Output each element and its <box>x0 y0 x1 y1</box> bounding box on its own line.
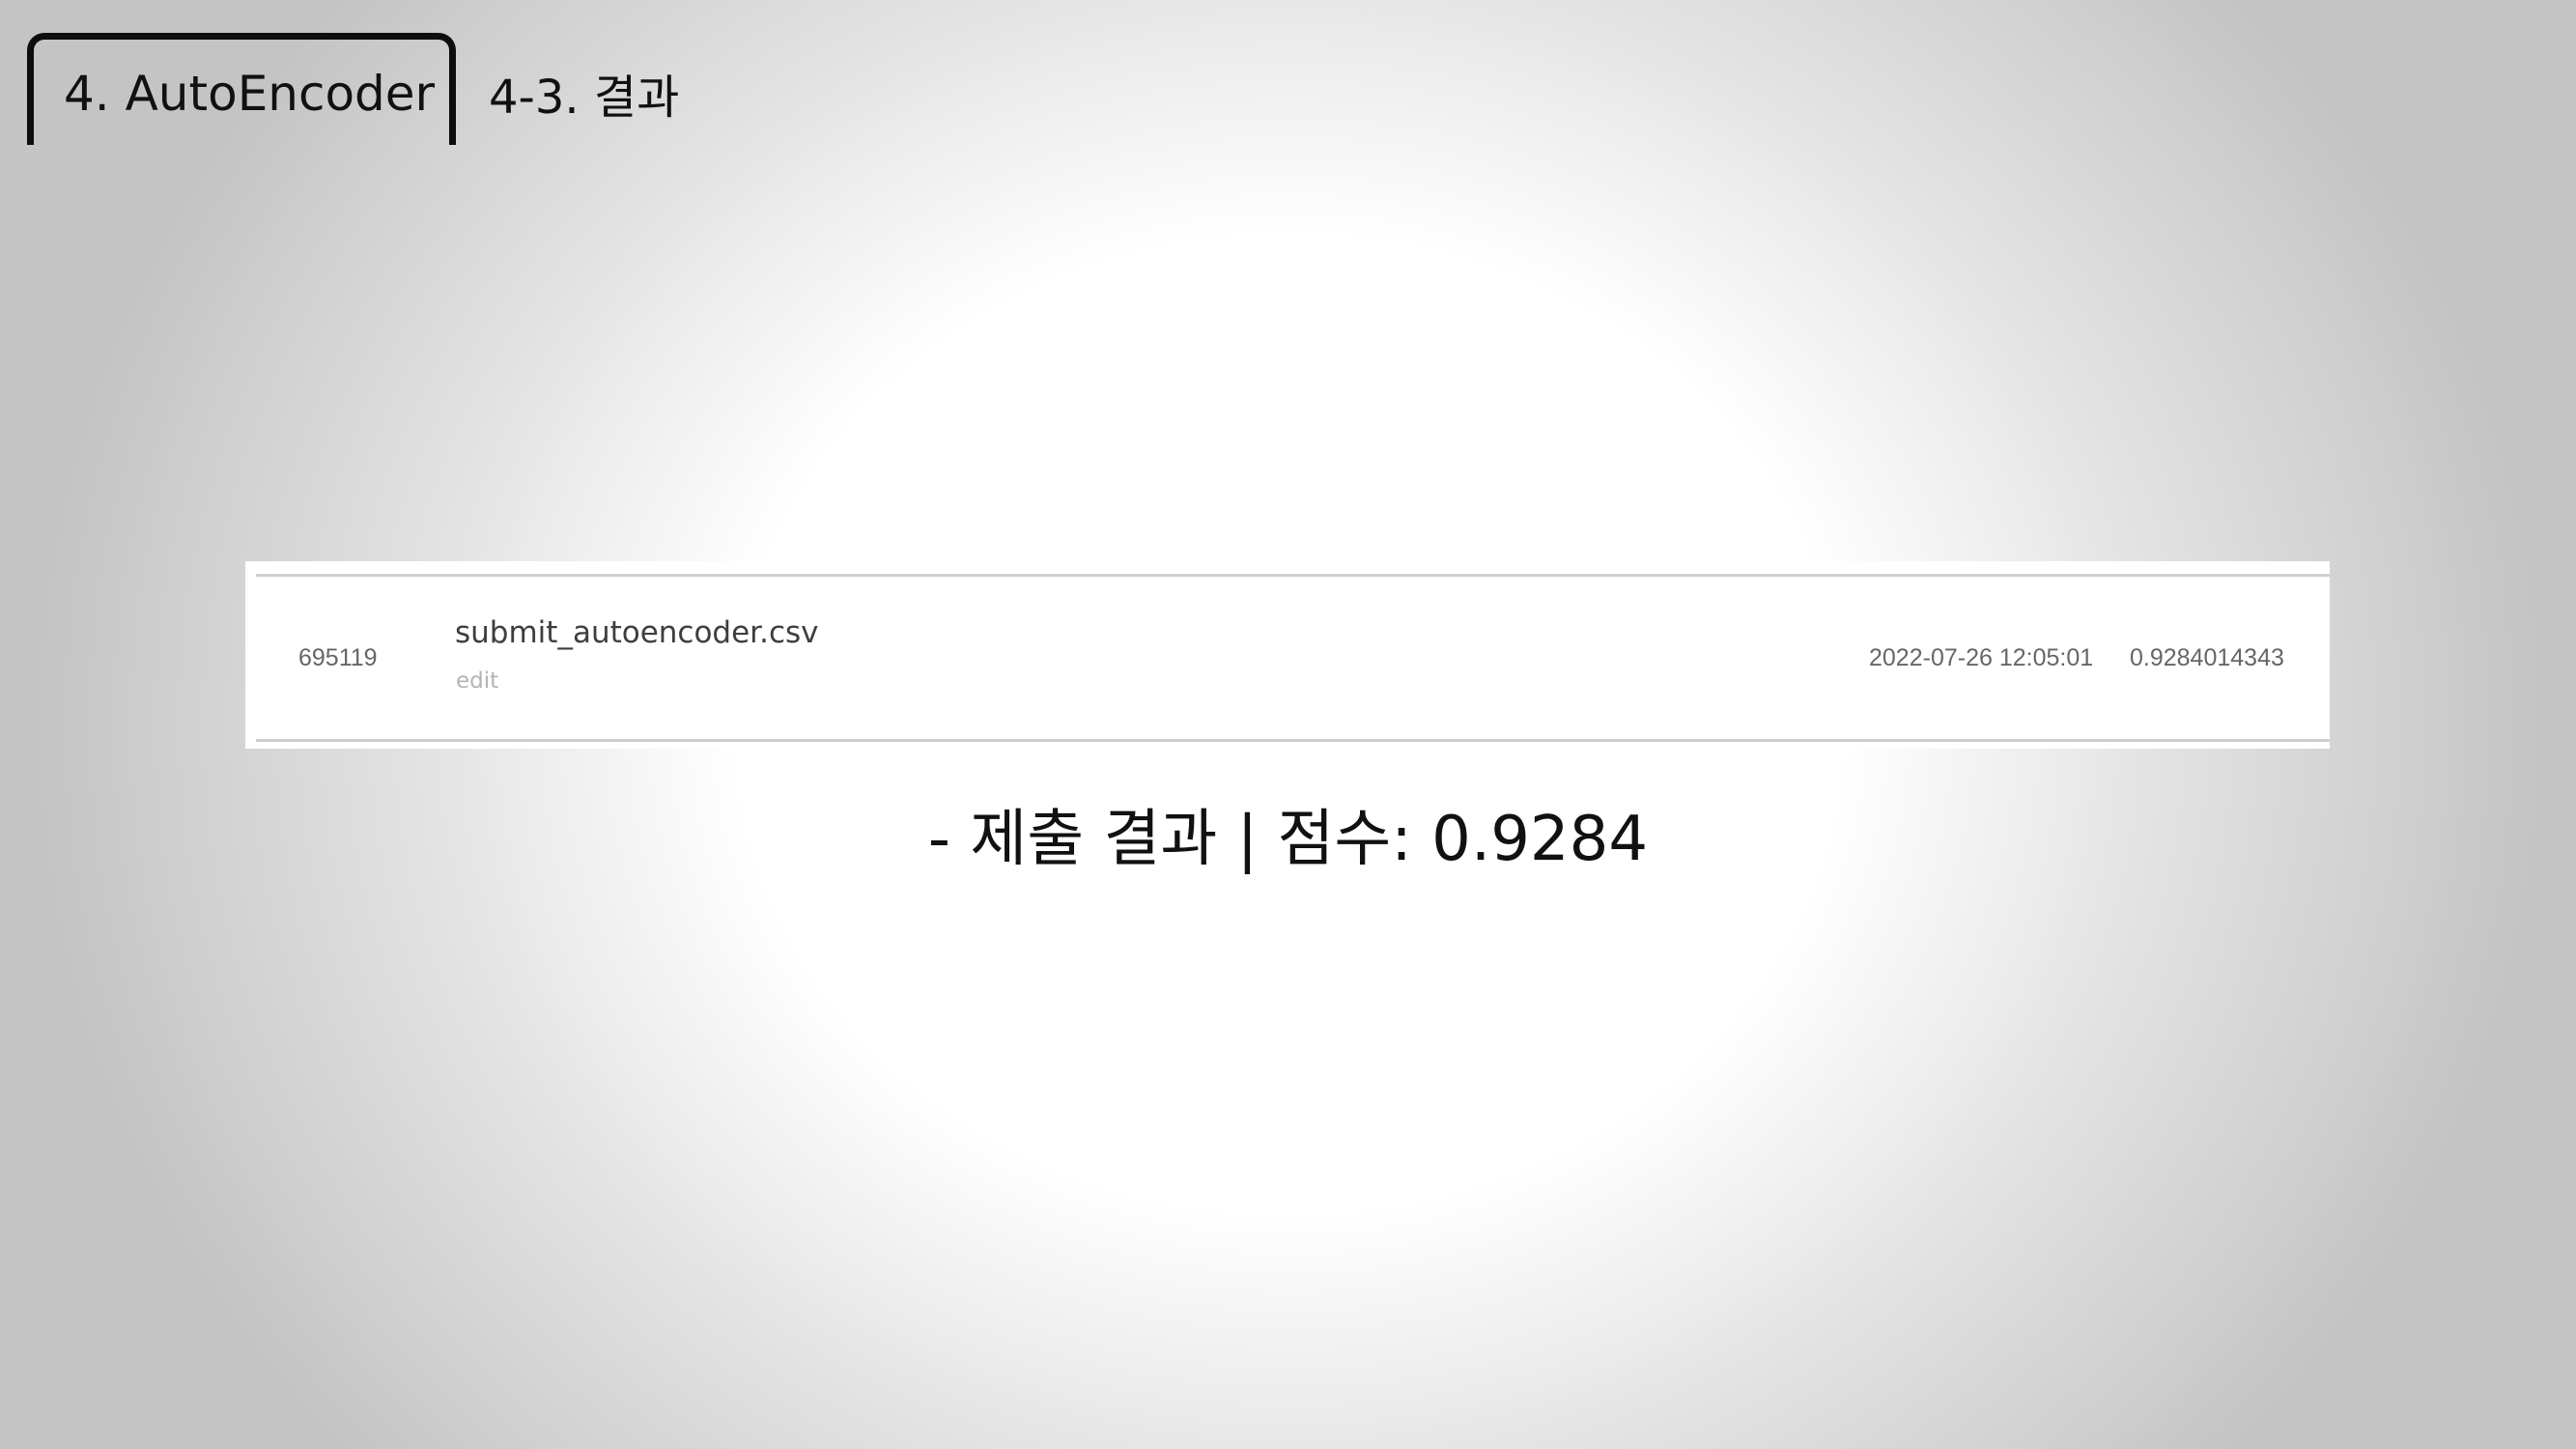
submission-score: 0.9284014343 <box>2130 644 2284 671</box>
submission-datetime: 2022-07-26 12:05:01 <box>1869 644 2094 671</box>
result-caption: - 제출 결과 | 점수: 0.9284 <box>927 804 1649 875</box>
subsection-title: 4-3. 결과 <box>489 71 680 125</box>
submission-result-screenshot: 695119 submit_autoencoder.csv edit 2022-… <box>245 561 2330 749</box>
submission-file-name: submit_autoencoder.csv <box>455 615 819 650</box>
section-title: 4. AutoEncoder <box>64 66 436 122</box>
row-divider-top <box>256 574 2330 577</box>
submission-id: 695119 <box>298 644 378 671</box>
edit-link[interactable]: edit <box>456 668 498 694</box>
row-divider-bottom <box>256 739 2330 742</box>
